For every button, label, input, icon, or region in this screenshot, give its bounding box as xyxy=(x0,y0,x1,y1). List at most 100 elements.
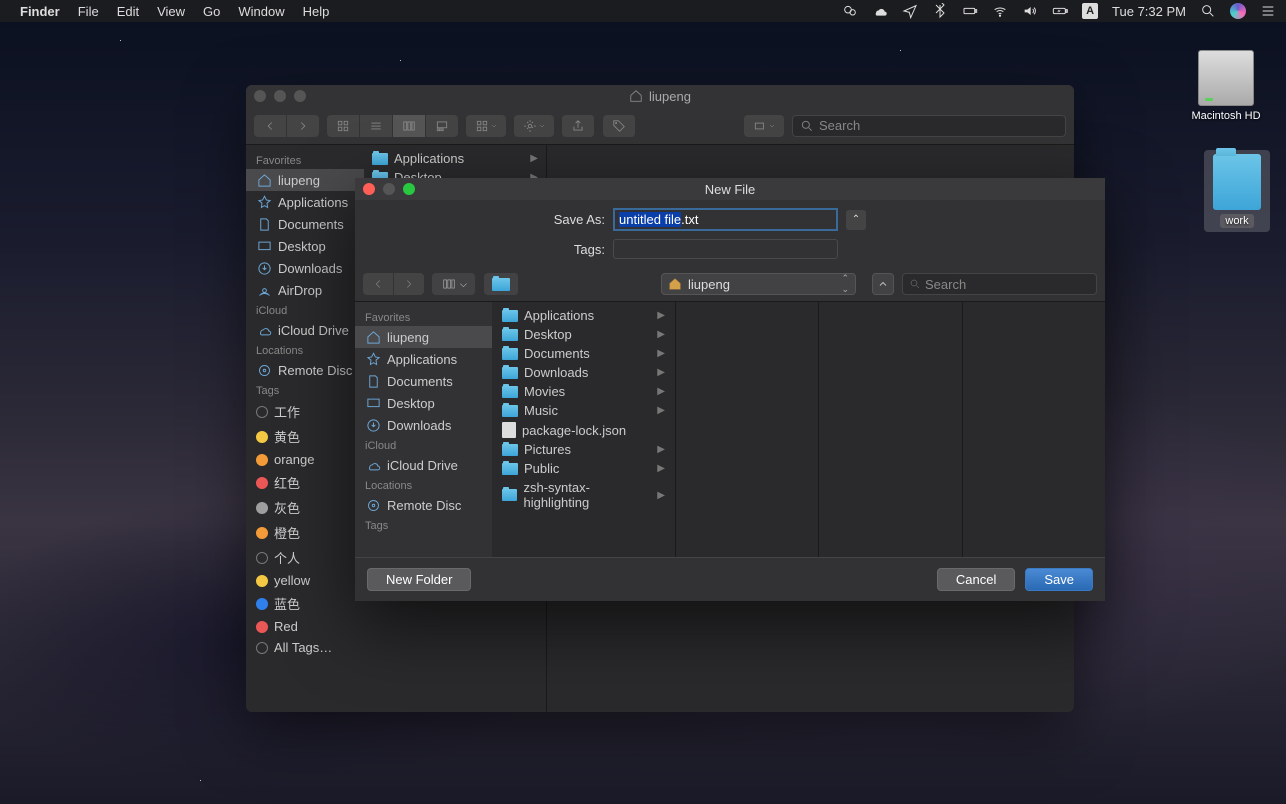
wifi-icon[interactable] xyxy=(992,3,1008,19)
finder-titlebar[interactable]: liupeng xyxy=(246,85,1074,107)
wechat-icon[interactable] xyxy=(842,3,858,19)
path-button[interactable] xyxy=(744,115,784,137)
file-Documents[interactable]: Documents▶ xyxy=(492,344,675,363)
sidebar-icloud[interactable]: iCloud Drive xyxy=(246,319,364,341)
cancel-button[interactable]: Cancel xyxy=(937,568,1015,591)
file-Downloads[interactable]: Downloads▶ xyxy=(492,363,675,382)
location-select[interactable]: liupeng ⌃⌄ xyxy=(661,273,856,295)
battery-icon[interactable] xyxy=(1052,3,1068,19)
menubar: Finder File Edit View Go Window Help A T… xyxy=(0,0,1286,22)
sidebar-applications[interactable]: Applications xyxy=(246,191,364,213)
d-sb-documents[interactable]: Documents xyxy=(355,370,492,392)
dialog-forward[interactable] xyxy=(394,273,424,295)
desktop-work-folder[interactable]: work xyxy=(1204,150,1270,232)
d-sb-liupeng[interactable]: liupeng xyxy=(355,326,492,348)
tag-yellow[interactable]: yellow xyxy=(246,570,364,591)
send-icon[interactable] xyxy=(902,3,918,19)
folder-icon xyxy=(502,444,518,456)
chevron-right-icon: ▶ xyxy=(657,490,665,501)
battery-menu-icon[interactable] xyxy=(962,3,978,19)
menu-edit[interactable]: Edit xyxy=(117,4,139,19)
sidebar-documents[interactable]: Documents xyxy=(246,213,364,235)
d-sb-downloads[interactable]: Downloads xyxy=(355,414,492,436)
volume-icon[interactable] xyxy=(1022,3,1038,19)
dialog-min[interactable] xyxy=(383,183,395,195)
file-Applications[interactable]: Applications▶ xyxy=(492,306,675,325)
spotlight-icon[interactable] xyxy=(1200,3,1216,19)
dialog-close[interactable] xyxy=(363,183,375,195)
bluetooth-icon[interactable] xyxy=(932,3,948,19)
tag-蓝色[interactable]: 蓝色 xyxy=(246,591,364,616)
tag-个人[interactable]: 个人 xyxy=(246,545,364,570)
menu-view[interactable]: View xyxy=(157,4,185,19)
app-name[interactable]: Finder xyxy=(20,4,60,19)
d-sb-remote[interactable]: Remote Disc xyxy=(355,494,492,516)
tags-input[interactable] xyxy=(613,239,838,259)
tag-button[interactable] xyxy=(603,115,636,137)
arrange-button[interactable] xyxy=(466,115,506,137)
new-folder-button[interactable]: New Folder xyxy=(367,568,471,591)
tags-label: Tags: xyxy=(375,242,605,257)
tag-橙色[interactable]: 橙色 xyxy=(246,520,364,545)
d-sb-desktop[interactable]: Desktop xyxy=(355,392,492,414)
tag-All Tags…[interactable]: All Tags… xyxy=(246,637,364,658)
save-as-input[interactable] xyxy=(613,208,838,231)
notification-center-icon[interactable] xyxy=(1260,3,1276,19)
gallery-view[interactable] xyxy=(426,115,458,137)
up-button[interactable] xyxy=(872,273,894,295)
tag-灰色[interactable]: 灰色 xyxy=(246,495,364,520)
file-zsh-syntax-highlighting[interactable]: zsh-syntax-highlighting▶ xyxy=(492,478,675,512)
dialog-titlebar[interactable]: New File xyxy=(355,178,1105,200)
minimize-button[interactable] xyxy=(274,90,286,102)
menu-window[interactable]: Window xyxy=(238,4,284,19)
dialog-back[interactable] xyxy=(363,273,394,295)
menu-go[interactable]: Go xyxy=(203,4,220,19)
tag-Red[interactable]: Red xyxy=(246,616,364,637)
sidebar-liupeng[interactable]: liupeng xyxy=(246,169,364,191)
chevron-right-icon: ▶ xyxy=(657,310,665,321)
sidebar-desktop[interactable]: Desktop xyxy=(246,235,364,257)
desktop-hd[interactable]: Macintosh HD xyxy=(1186,50,1266,122)
file-Desktop[interactable]: Desktop▶ xyxy=(492,325,675,344)
d-sb-icloud[interactable]: iCloud Drive xyxy=(355,454,492,476)
list-view[interactable] xyxy=(360,115,393,137)
finder-title: liupeng xyxy=(649,89,691,104)
menu-file[interactable]: File xyxy=(78,4,99,19)
siri-icon[interactable] xyxy=(1230,3,1246,19)
dialog-group[interactable] xyxy=(484,273,519,295)
column-view[interactable] xyxy=(393,115,426,137)
sidebar-airdrop[interactable]: AirDrop xyxy=(246,279,364,301)
sidebar-remote-disc[interactable]: Remote Disc xyxy=(246,359,364,381)
folder-icon xyxy=(502,329,518,341)
close-button[interactable] xyxy=(254,90,266,102)
file-Pictures[interactable]: Pictures▶ xyxy=(492,440,675,459)
finder-search[interactable]: Search xyxy=(792,115,1066,137)
icon-view[interactable] xyxy=(327,115,360,137)
forward-button[interactable] xyxy=(287,115,319,137)
file-Movies[interactable]: Movies▶ xyxy=(492,382,675,401)
input-source[interactable]: A xyxy=(1082,3,1098,19)
dialog-view[interactable]: ⌵ xyxy=(432,273,476,295)
dialog-search[interactable]: Search xyxy=(902,273,1097,295)
dialog-zoom[interactable] xyxy=(403,183,415,195)
tag-orange[interactable]: orange xyxy=(246,449,364,470)
tag-黄色[interactable]: 黄色 xyxy=(246,424,364,449)
file-Music[interactable]: Music▶ xyxy=(492,401,675,420)
tag-工作[interactable]: 工作 xyxy=(246,399,364,424)
menu-help[interactable]: Help xyxy=(303,4,330,19)
zoom-button[interactable] xyxy=(294,90,306,102)
clock[interactable]: Tue 7:32 PM xyxy=(1112,4,1186,19)
tag-红色[interactable]: 红色 xyxy=(246,470,364,495)
share-button[interactable] xyxy=(562,115,595,137)
action-button[interactable] xyxy=(514,115,554,137)
file-Public[interactable]: Public▶ xyxy=(492,459,675,478)
back-button[interactable] xyxy=(254,115,287,137)
collapse-button[interactable]: ⌃ xyxy=(846,210,866,230)
save-button[interactable]: Save xyxy=(1025,568,1093,591)
file-package-lock.json[interactable]: package-lock.json xyxy=(492,420,675,440)
col-item-applications[interactable]: Applications▶ xyxy=(364,149,546,168)
cloud-icon[interactable] xyxy=(872,3,888,19)
d-sb-applications[interactable]: Applications xyxy=(355,348,492,370)
sidebar-downloads[interactable]: Downloads xyxy=(246,257,364,279)
favorites-header: Favorites xyxy=(246,151,364,169)
